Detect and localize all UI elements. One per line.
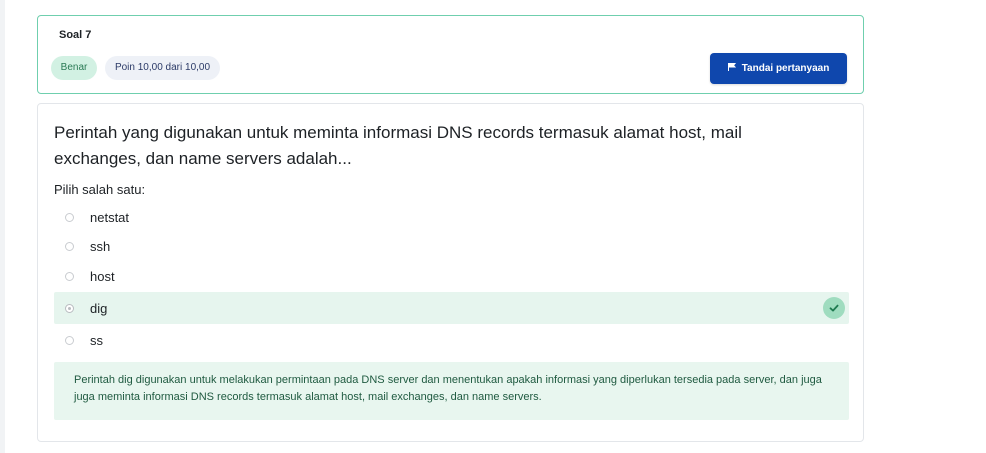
points-badge: Poin 10,00 dari 10,00 xyxy=(105,56,220,80)
question-card: Perintah yang digunakan untuk meminta in… xyxy=(37,103,864,442)
status-badge: Benar xyxy=(51,56,97,80)
flag-question-button[interactable]: Tandai pertanyaan xyxy=(710,53,847,84)
question-info-card: Soal 7 Benar Poin 10,00 dari 10,00 Tanda… xyxy=(37,15,864,94)
option-label: ss xyxy=(90,332,103,348)
radio-button-selected[interactable] xyxy=(65,303,74,313)
feedback-panel: Perintah dig digunakan untuk melakukan p… xyxy=(54,362,849,420)
option-label: netstat xyxy=(90,209,130,225)
flag-icon xyxy=(727,63,736,74)
option-label: dig xyxy=(90,300,108,316)
question-number: Soal 7 xyxy=(59,29,92,41)
radio-button[interactable] xyxy=(65,335,74,345)
option-ssh[interactable]: ssh xyxy=(54,231,849,261)
option-label: host xyxy=(90,268,115,284)
radio-button[interactable] xyxy=(65,271,74,281)
option-label: ssh xyxy=(90,238,111,254)
radio-button[interactable] xyxy=(65,241,74,251)
answer-prompt: Pilih salah satu: xyxy=(54,182,146,197)
option-ss[interactable]: ss xyxy=(54,325,849,355)
option-dig[interactable]: dig xyxy=(54,292,849,324)
flag-question-label: Tandai pertanyaan xyxy=(741,63,830,74)
question-text: Perintah yang digunakan untuk meminta in… xyxy=(54,123,742,168)
option-host[interactable]: host xyxy=(54,261,849,291)
option-netstat[interactable]: netstat xyxy=(54,202,849,232)
check-icon xyxy=(823,297,845,319)
left-gutter xyxy=(0,0,5,453)
radio-button[interactable] xyxy=(65,212,74,222)
